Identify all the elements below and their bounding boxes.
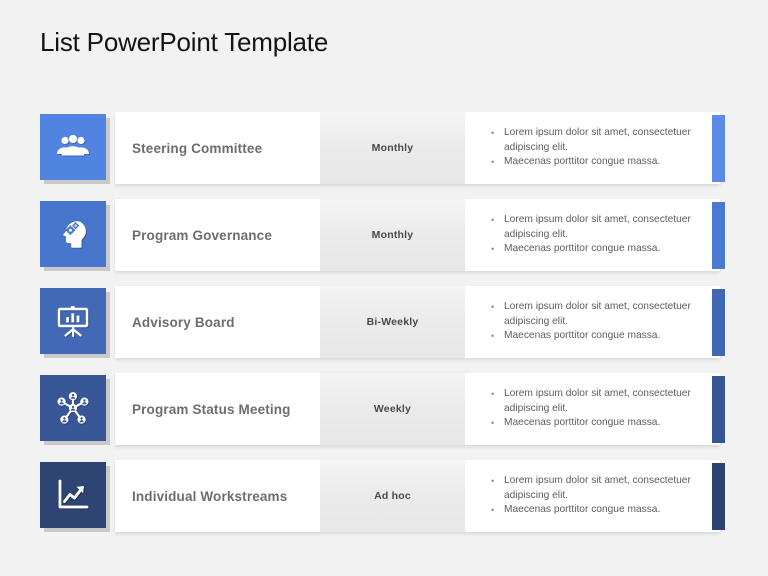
row-frequency-cell: Monthly — [320, 112, 465, 184]
group-of-people-icon — [40, 114, 106, 180]
row-accent-bar — [712, 463, 725, 530]
list-item[interactable]: Program Status Meeting Weekly Lorem ipsum … — [0, 373, 768, 445]
row-label-text: Individual Workstreams — [132, 488, 288, 504]
row-label-text: Program Governance — [132, 227, 273, 243]
row-frequency-text: Monthly — [371, 229, 414, 241]
row-label: Individual Workstreams — [115, 460, 320, 532]
row-frequency-text: Ad hoc — [374, 490, 411, 502]
icon-tile[interactable] — [40, 288, 110, 358]
row-bullets: Lorem ipsum dolor sit amet, consectetuer… — [465, 286, 720, 358]
presentation-board-icon — [40, 288, 106, 354]
list-item[interactable]: Individual Workstreams Ad hoc Lorem ipsum … — [0, 460, 768, 532]
row-band: Advisory Board Bi-Weekly Lorem ipsum dolor… — [115, 286, 720, 358]
list-item[interactable]: Advisory Board Bi-Weekly Lorem ipsum dolor… — [0, 286, 768, 358]
row-accent-bar — [712, 376, 725, 443]
icon-tile[interactable] — [40, 462, 110, 532]
bullet-text: Lorem ipsum dolor sit amet, consectetuer… — [490, 387, 698, 416]
row-bullets: Lorem ipsum dolor sit amet, consectetuer… — [465, 112, 720, 184]
row-frequency-cell: Weekly — [320, 373, 465, 445]
head-with-gears-icon — [40, 201, 106, 267]
row-band: Steering Committee Monthly Lorem ipsum dol… — [115, 112, 720, 184]
icon-tile[interactable] — [40, 375, 110, 445]
list-rows-container: Steering Committee Monthly Lorem ipsum dol… — [0, 112, 768, 547]
row-band: Program Status Meeting Weekly Lorem ipsum … — [115, 373, 720, 445]
row-label-text: Advisory Board — [132, 314, 235, 330]
row-label: Steering Committee — [115, 112, 320, 184]
bullet-text: Maecenas porttitor congue massa. — [490, 242, 698, 257]
growth-line-chart-icon — [40, 462, 106, 528]
row-label-text: Steering Committee — [132, 140, 263, 156]
network-hub-icon — [40, 375, 106, 441]
row-frequency-cell: Ad hoc — [320, 460, 465, 532]
bullet-text: Maecenas porttitor congue massa. — [490, 329, 698, 344]
row-label: Program Status Meeting — [115, 373, 320, 445]
bullet-text: Maecenas porttitor congue massa. — [490, 503, 698, 518]
list-item[interactable]: Steering Committee Monthly Lorem ipsum dol… — [0, 112, 768, 184]
row-bullets: Lorem ipsum dolor sit amet, consectetuer… — [465, 373, 720, 445]
icon-tile[interactable] — [40, 114, 110, 184]
row-accent-bar — [712, 289, 725, 356]
bullet-text: Lorem ipsum dolor sit amet, consectetuer… — [490, 213, 698, 242]
icon-tile[interactable] — [40, 201, 110, 271]
row-accent-bar — [712, 115, 725, 182]
row-bullets: Lorem ipsum dolor sit amet, consectetuer… — [465, 460, 720, 532]
row-label-text: Program Status Meeting — [132, 401, 291, 417]
row-label: Program Governance — [115, 199, 320, 271]
row-frequency-text: Weekly — [373, 403, 412, 415]
page-title: List PowerPoint Template — [40, 27, 329, 57]
bullet-text: Lorem ipsum dolor sit amet, consectetuer… — [490, 300, 698, 329]
bullet-text: Lorem ipsum dolor sit amet, consectetuer… — [490, 474, 698, 503]
row-frequency-cell: Bi-Weekly — [320, 286, 465, 358]
bullet-text: Lorem ipsum dolor sit amet, consectetuer… — [490, 126, 698, 155]
row-frequency-text: Bi-Weekly — [366, 316, 419, 328]
row-frequency-text: Monthly — [371, 142, 414, 154]
row-band: Individual Workstreams Ad hoc Lorem ipsum … — [115, 460, 720, 532]
slide-canvas: List PowerPoint Template Steering Commit… — [0, 0, 768, 576]
list-item[interactable]: Program Governance Monthly Lorem ipsum dol… — [0, 199, 768, 271]
row-bullets: Lorem ipsum dolor sit amet, consectetuer… — [465, 199, 720, 271]
bullet-text: Maecenas porttitor congue massa. — [490, 416, 698, 431]
row-label: Advisory Board — [115, 286, 320, 358]
row-band: Program Governance Monthly Lorem ipsum dol… — [115, 199, 720, 271]
bullet-text: Maecenas porttitor congue massa. — [490, 155, 698, 170]
row-frequency-cell: Monthly — [320, 199, 465, 271]
row-accent-bar — [712, 202, 725, 269]
